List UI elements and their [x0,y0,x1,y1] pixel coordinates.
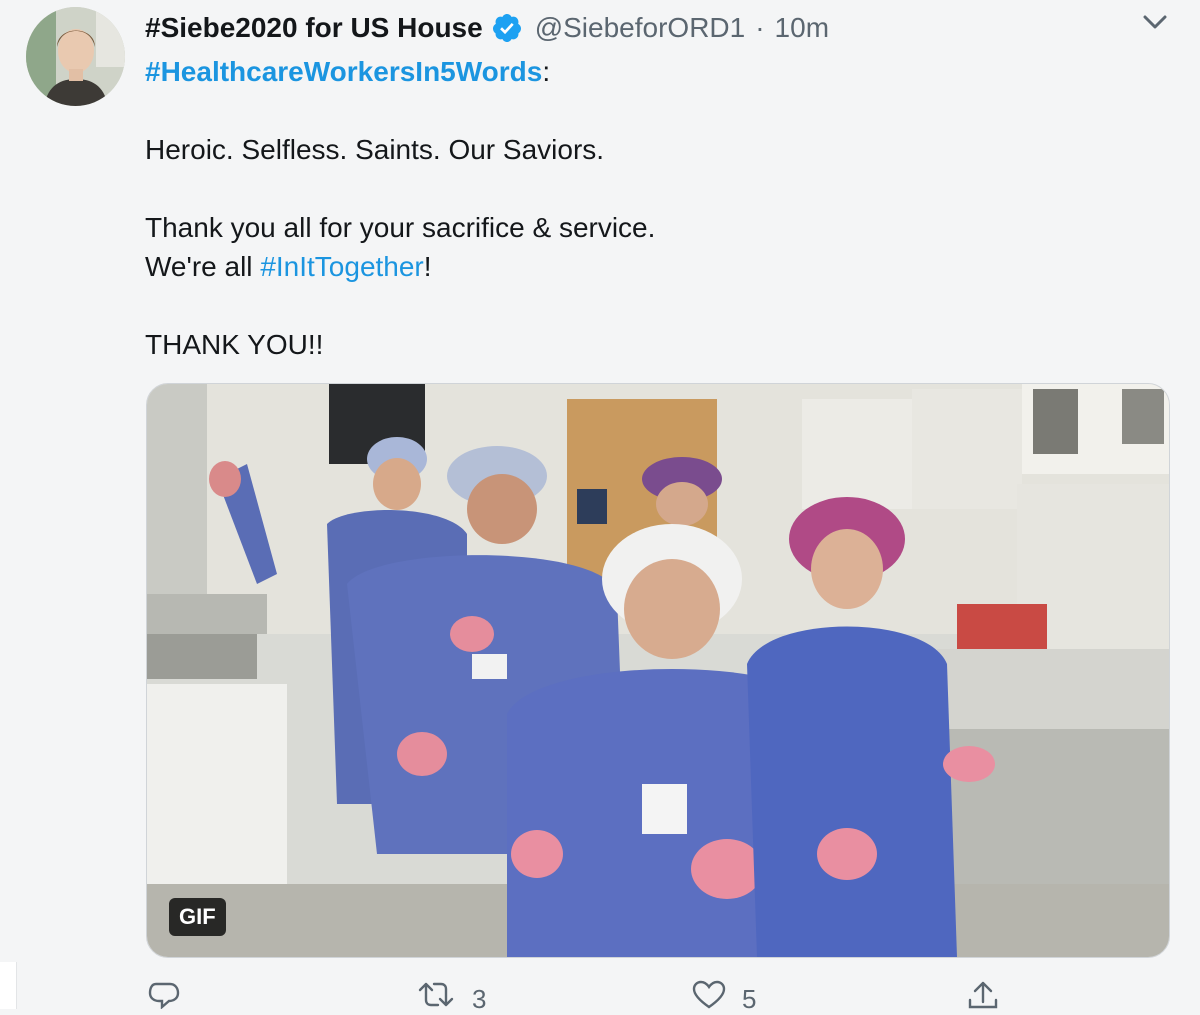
reply-button[interactable] [148,980,196,1009]
avatar-image [26,7,125,106]
avatar[interactable] [26,7,125,106]
tweet-line-4: THANK YOU!! [145,329,324,360]
tweet-actions: 3 5 [0,980,1200,1014]
handle[interactable]: @SiebeforORD1 [535,12,746,44]
chevron-down-icon[interactable] [1140,10,1170,34]
gif-scene-image [147,384,1169,957]
separator-dot: · [755,12,765,43]
tweet-line-1: Heroic. Selfless. Saints. Our Saviors. [145,134,605,165]
tweet-text: #HealthcareWorkersIn5Words: Heroic. Self… [145,52,1145,364]
gif-badge: GIF [169,898,226,936]
hashtag-link[interactable]: #HealthcareWorkersIn5Words [145,56,542,87]
hashtag-line-suffix: : [542,56,551,87]
display-name[interactable]: #Siebe2020 for US House [145,12,483,44]
reply-icon [148,982,180,1009]
like-count: 5 [742,984,757,1014]
tweet-header: #Siebe2020 for US House @SiebeforORD1 · … [145,8,829,48]
retweet-count: 3 [472,984,487,1014]
share-icon [968,981,998,1009]
retweet-icon [418,982,454,1007]
verified-badge-icon [491,12,523,44]
tweet-line-3-prefix: We're all [145,251,261,282]
tweet-line-3: We're all #InItTogether! [145,247,1145,286]
retweet-button[interactable]: 3 [416,980,486,1015]
tweet-line-3-suffix: ! [423,251,432,282]
timestamp[interactable]: 10m [775,12,829,44]
tweet-line-2: Thank you all for your sacrifice & servi… [145,212,656,243]
share-button[interactable] [966,980,1016,1009]
hashtag-link[interactable]: #InItTogether [260,251,423,282]
like-icon [692,980,726,1009]
like-button[interactable]: 5 [692,980,756,1015]
gif-media[interactable]: GIF [146,383,1170,958]
hashtag-line: #HealthcareWorkersIn5Words: [145,52,1145,91]
